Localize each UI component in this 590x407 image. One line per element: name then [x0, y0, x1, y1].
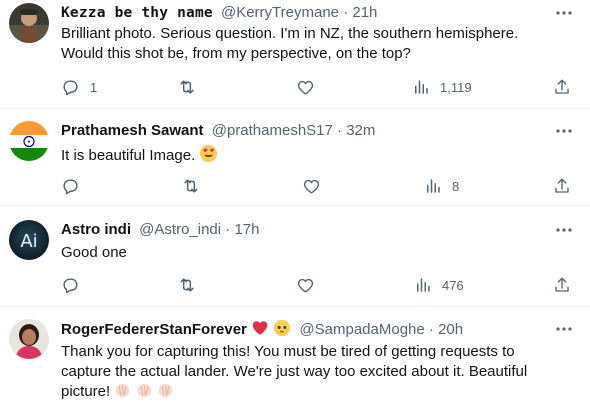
tweet-header: Kezza be thy name @KerryTreymane · 21h — [61, 3, 377, 23]
reply-button[interactable]: 1 — [61, 77, 97, 97]
tweet[interactable]: Kezza be thy name @KerryTreymane · 21h B… — [0, 0, 590, 108]
user-handle[interactable]: @KerryTreymane — [221, 4, 339, 21]
like-button[interactable] — [296, 275, 315, 295]
share-button[interactable] — [553, 77, 571, 97]
views-icon — [424, 177, 442, 195]
more-icon[interactable] — [554, 319, 574, 339]
tweet-actions: 476 — [0, 275, 590, 295]
user-handle[interactable]: @prathameshS17 — [212, 122, 333, 139]
avatar[interactable] — [9, 121, 49, 161]
clapping-hands-emoji-icon — [114, 382, 131, 405]
tweet-text-line: picture! — [61, 383, 111, 400]
share-button[interactable] — [553, 275, 571, 295]
avatar[interactable] — [9, 319, 49, 359]
timestamp[interactable]: 17h — [234, 221, 259, 238]
more-icon[interactable] — [554, 3, 574, 23]
tweet-text: Thank you for capturing this! You must b… — [61, 342, 571, 405]
like-button[interactable] — [296, 77, 315, 97]
tweet-text-line: Brilliant photo. Serious question. I'm i… — [61, 25, 519, 42]
reply-button[interactable] — [61, 275, 80, 295]
avatar-logo-text: Ai — [20, 231, 37, 252]
timestamp[interactable]: 21h — [352, 4, 377, 21]
views-button[interactable]: 1,119 — [412, 77, 472, 97]
like-button[interactable] — [302, 176, 321, 196]
more-icon[interactable] — [554, 220, 574, 240]
retweet-button[interactable] — [177, 275, 197, 295]
retweet-button[interactable] — [181, 176, 201, 196]
display-name[interactable]: Prathamesh Sawant — [61, 122, 204, 139]
tweet-text-line: Thank you for capturing this! You must b… — [61, 343, 515, 360]
clapping-hands-emoji-icon — [157, 382, 174, 405]
views-count: 476 — [442, 277, 464, 293]
reply-count: 1 — [90, 79, 98, 95]
separator-dot: · — [225, 221, 231, 238]
views-button[interactable]: 476 — [414, 275, 464, 295]
tweet[interactable]: RogerFedererStanForever @SampadaMoghe · … — [0, 307, 590, 407]
like-icon — [296, 276, 315, 295]
timestamp[interactable]: 20h — [438, 321, 463, 338]
tweet-text-line: Would this shot be, from my perspective,… — [61, 45, 411, 62]
tweet[interactable]: Ai Astro indi @Astro_indi · 17h Good one… — [0, 206, 590, 306]
tweet-actions: 8 — [0, 176, 590, 196]
retweet-button[interactable] — [177, 77, 197, 97]
reply-button[interactable] — [61, 176, 80, 196]
avatar[interactable]: Ai — [9, 220, 49, 260]
tweet-text-line: Good one — [61, 244, 127, 261]
tweet-text: It is beautiful Image. — [61, 144, 571, 169]
tweet-text-line: capture the actual lander. We're just wa… — [61, 363, 528, 380]
reply-icon — [61, 78, 80, 97]
retweet-icon — [181, 176, 201, 196]
tweet-header: Astro indi @Astro_indi · 17h — [61, 220, 259, 240]
tweet-text-line-with-emoji: picture! — [61, 382, 571, 405]
retweet-icon — [177, 275, 197, 295]
retweet-icon — [177, 77, 197, 97]
separator-dot: · — [337, 122, 343, 139]
tweet[interactable]: Prathamesh Sawant @prathameshS17 · 32m I… — [0, 109, 590, 205]
more-icon[interactable] — [554, 121, 574, 141]
like-icon — [296, 78, 315, 97]
user-handle[interactable]: @SampadaMoghe — [299, 321, 424, 338]
separator-dot: · — [343, 4, 349, 21]
reply-icon — [61, 276, 80, 295]
tweet-actions: 1 1,119 — [0, 77, 590, 97]
tweet-header: Prathamesh Sawant @prathameshS17 · 32m — [61, 121, 375, 141]
tweet-text: Good one — [61, 243, 571, 263]
tweet-header: RogerFedererStanForever @SampadaMoghe · … — [61, 319, 463, 339]
separator-dot: · — [428, 321, 434, 338]
reply-icon — [61, 177, 80, 196]
views-icon — [414, 276, 432, 294]
tweet-text: Brilliant photo. Serious question. I'm i… — [61, 24, 571, 64]
views-count: 1,119 — [440, 79, 472, 95]
views-count: 8 — [452, 178, 460, 194]
user-handle[interactable]: @Astro_indi — [139, 221, 221, 238]
share-button[interactable] — [553, 176, 571, 196]
views-button[interactable]: 8 — [424, 176, 459, 196]
display-name[interactable]: RogerFedererStanForever — [61, 321, 247, 338]
like-icon — [302, 177, 321, 196]
views-icon — [412, 78, 430, 96]
share-icon — [553, 276, 571, 294]
timestamp[interactable]: 32m — [346, 122, 375, 139]
share-icon — [553, 78, 571, 96]
pleading-face-emoji-icon — [273, 319, 291, 343]
display-name[interactable]: Astro indi — [61, 221, 131, 238]
red-heart-emoji-icon — [251, 319, 269, 343]
avatar[interactable] — [9, 3, 49, 43]
share-icon — [553, 177, 571, 195]
clapping-hands-emoji-icon — [136, 382, 153, 405]
display-name[interactable]: Kezza be thy name — [61, 5, 213, 21]
heart-eyes-emoji-icon — [199, 144, 218, 169]
tweet-text-line: It is beautiful Image. — [61, 147, 196, 164]
